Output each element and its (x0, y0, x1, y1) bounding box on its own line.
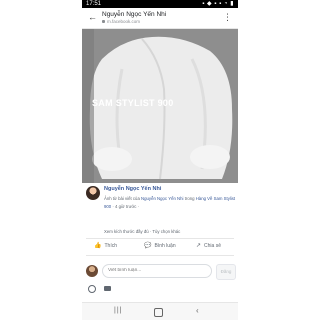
header-title: Nguyễn Ngọc Yến Nhi (102, 11, 167, 18)
post-author-row: Nguyễn Ngọc Yến Nhi Ảnh từ bài viết của … (82, 184, 238, 224)
like-label: Thích (104, 243, 117, 249)
photo-options-link[interactable]: Xem kích thước đầy đủ · Tùy chọn khác (104, 229, 180, 234)
right-margin (238, 0, 320, 320)
comment-icon: 💬 (144, 243, 152, 249)
comment-label: Bình luận (154, 243, 176, 249)
desc-prefix: Ảnh từ bài viết của (104, 196, 140, 201)
emoji-icon[interactable] (88, 285, 96, 293)
camera-icon[interactable] (104, 286, 111, 291)
status-time: 17:51 (86, 1, 102, 7)
lock-icon (102, 20, 105, 24)
more-options-icon[interactable]: ⋮ (223, 12, 232, 22)
nav-back-icon[interactable]: ‹ (196, 306, 199, 315)
comment-row: Đăng (82, 262, 238, 282)
status-icons: ▪ ◆ ▪ ▪ ◔ ▮ (202, 1, 234, 7)
user-avatar (86, 265, 98, 277)
thumbs-up-icon: 👍 (94, 243, 102, 249)
post-comment-button[interactable]: Đăng (216, 264, 236, 280)
post-description: Ảnh từ bài viết của Nguyễn Ngọc Yến Nhi … (104, 195, 236, 211)
android-nav-bar: ||| ‹ (82, 302, 238, 320)
comment-tools (82, 284, 238, 294)
like-button[interactable]: 👍 Thích (94, 242, 117, 249)
back-arrow-icon[interactable]: ← (88, 12, 97, 22)
desc-time: · 4 giờ trước · (112, 204, 140, 209)
author-name[interactable]: Nguyễn Ngọc Yến Nhi (104, 186, 161, 192)
desc-mid: trong (184, 196, 195, 201)
share-label: Chia sẻ (204, 243, 221, 249)
home-icon[interactable] (154, 308, 163, 317)
share-icon: ↗ (196, 243, 202, 249)
author-avatar[interactable] (86, 186, 100, 200)
phone-screen: 17:51 ▪ ◆ ▪ ▪ ◔ ▮ ← Nguyễn Ngọc Yến Nhi … (82, 0, 238, 320)
status-bar: 17:51 ▪ ◆ ▪ ▪ ◔ ▮ (82, 0, 238, 8)
left-margin (0, 0, 82, 320)
header-url: m.facebook.com (102, 19, 140, 24)
photo-caption: SAM STYLIST 900 (92, 98, 174, 108)
post-photo[interactable]: SAM STYLIST 900 (82, 29, 238, 183)
header-url-text: m.facebook.com (107, 19, 141, 24)
recent-apps-icon[interactable]: ||| (114, 307, 122, 314)
desc-author-link[interactable]: Nguyễn Ngọc Yến Nhi (141, 196, 183, 201)
comment-button[interactable]: 💬 Bình luận (144, 242, 176, 249)
post-actions: 👍 Thích 💬 Bình luận ↗ Chia sẻ (86, 238, 234, 256)
page-header: ← Nguyễn Ngọc Yến Nhi m.facebook.com ⋮ (82, 8, 238, 29)
comment-input[interactable] (102, 264, 212, 278)
share-button[interactable]: ↗ Chia sẻ (196, 242, 221, 249)
